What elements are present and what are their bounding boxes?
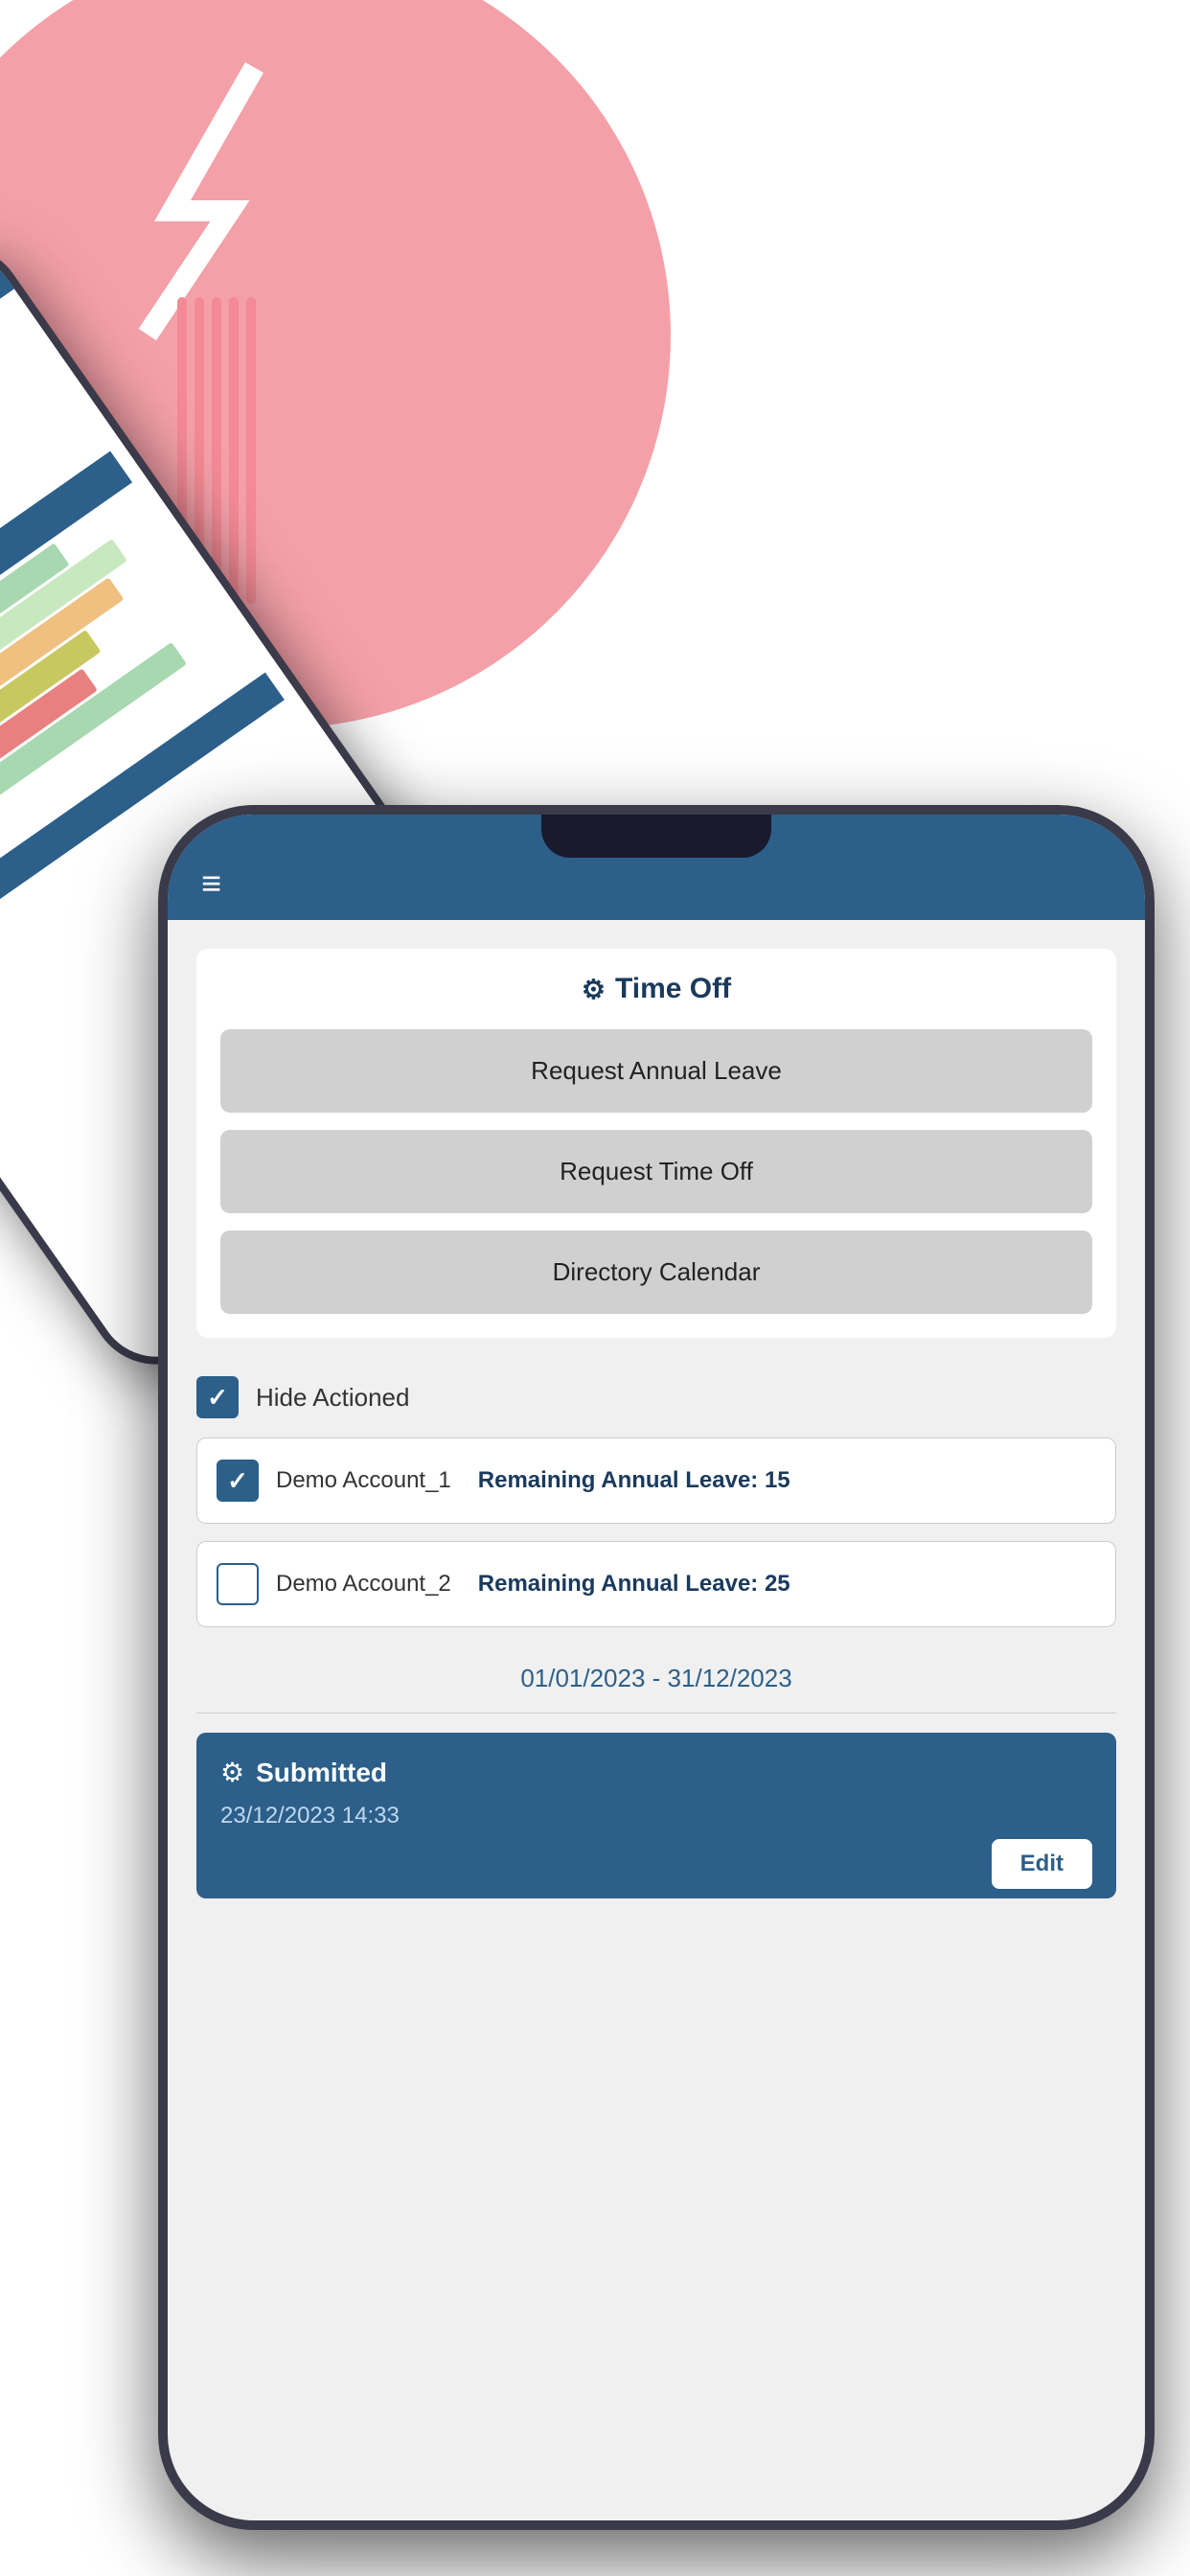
phone2-notch [541,815,771,858]
hide-actioned-checkmark: ✓ [207,1383,228,1413]
account-1-row: ✓ Demo Account_1 Remaining Annual Leave:… [196,1438,1116,1524]
submitted-date: 23/12/2023 14:33 [220,1803,1092,1829]
account-2-leave: Remaining Annual Leave: 25 [478,1571,790,1598]
submitted-label: Submitted [256,1758,387,1788]
account-2-name: Demo Account_2 [276,1571,451,1598]
phone-2: ≡ ⚙ Time Off Request Annual Leave Reques… [158,805,1155,2530]
submitted-card: ⚙ Submitted 23/12/2023 14:33 Edit [196,1733,1116,1898]
account-1-name: Demo Account_1 [276,1467,451,1494]
time-off-section: ⚙ Time Off Request Annual Leave Request … [196,949,1116,1338]
phone2-content: ⚙ Time Off Request Annual Leave Request … [168,920,1145,1714]
submitted-gear-icon: ⚙ [220,1757,244,1788]
time-off-title: ⚙ Time Off [220,973,1092,1005]
time-off-label: Time Off [615,973,731,1005]
phone2-hamburger-icon[interactable]: ≡ [201,866,221,901]
request-annual-leave-button[interactable]: Request Annual Leave [220,1029,1092,1113]
directory-calendar-button[interactable]: Directory Calendar [220,1230,1092,1314]
account-1-checkbox[interactable]: ✓ [217,1460,259,1502]
time-off-gear-icon: ⚙ [582,974,606,1005]
hide-actioned-label: Hide Actioned [256,1383,409,1413]
edit-btn-row: Edit [220,1829,1092,1898]
hide-actioned-row: ✓ Hide Actioned [196,1357,1116,1438]
account-2-checkbox[interactable] [217,1563,259,1605]
hide-actioned-checkbox[interactable]: ✓ [196,1376,239,1418]
request-time-off-button[interactable]: Request Time Off [220,1130,1092,1213]
account-2-row: Demo Account_2 Remaining Annual Leave: 2… [196,1541,1116,1627]
account-1-checkmark: ✓ [227,1466,248,1496]
account-1-leave: Remaining Annual Leave: 15 [478,1467,790,1494]
date-range: 01/01/2023 - 31/12/2023 [196,1644,1116,1714]
submitted-header: ⚙ Submitted [220,1757,1092,1788]
edit-button[interactable]: Edit [992,1839,1092,1889]
